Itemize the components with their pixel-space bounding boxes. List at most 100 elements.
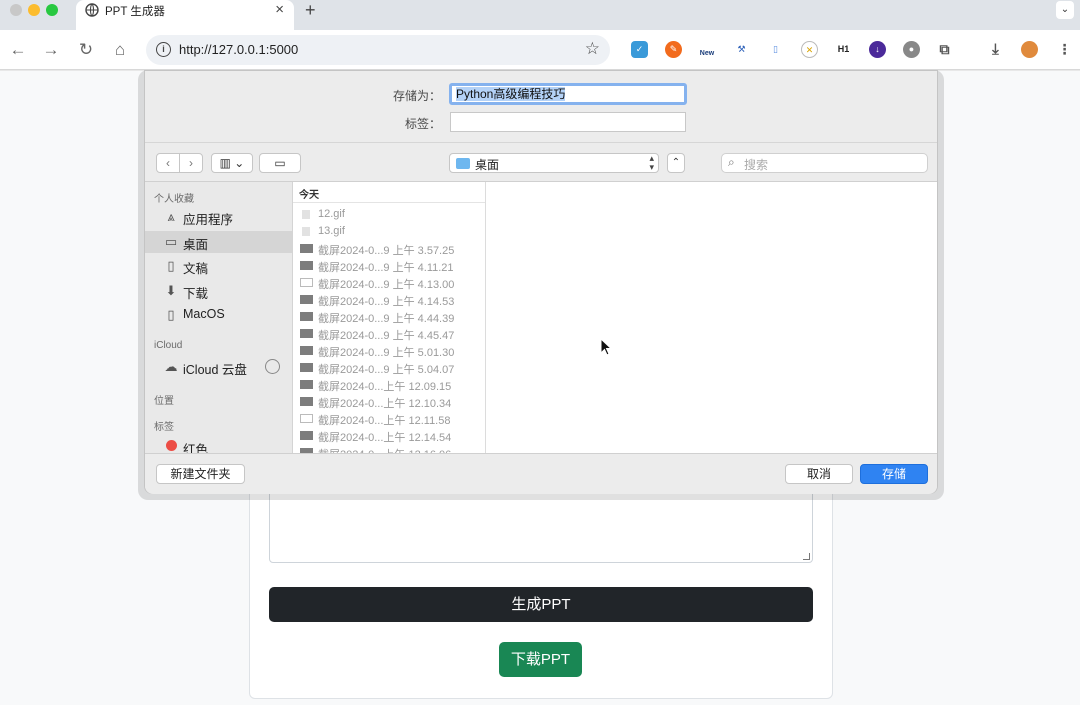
download-ppt-button[interactable]: 下载PPT bbox=[499, 642, 582, 677]
file-row[interactable]: 截屏2024-0...上午 12.16.06 bbox=[293, 444, 485, 453]
reload-icon[interactable]: ↻ bbox=[76, 40, 96, 60]
file-thumbnail-icon bbox=[300, 329, 313, 338]
column-header: 今天 bbox=[293, 182, 485, 203]
file-thumbnail-icon bbox=[300, 295, 313, 304]
extension-document-icon[interactable]: ▯ bbox=[767, 41, 784, 58]
generate-ppt-button[interactable]: 生成PPT bbox=[269, 587, 813, 622]
extension-translate-icon[interactable]: ✓ bbox=[631, 41, 648, 58]
collapse-chevron-icon[interactable]: ⌃ bbox=[667, 153, 685, 173]
file-name: 截屏2024-0...9 上午 3.57.25 bbox=[318, 245, 455, 257]
red-tag-icon bbox=[163, 439, 179, 453]
extension-new-icon[interactable]: New bbox=[697, 41, 717, 58]
file-name: 截屏2024-0...9 上午 5.01.30 bbox=[318, 347, 455, 359]
extension-x-icon[interactable]: ✕ bbox=[801, 41, 818, 58]
favorites-header: 个人收藏 bbox=[154, 194, 194, 205]
file-row[interactable]: 截屏2024-0...上午 12.14.54 bbox=[293, 427, 485, 444]
profile-avatar[interactable] bbox=[1021, 41, 1038, 58]
file-row[interactable]: 截屏2024-0...9 上午 5.01.30 bbox=[293, 342, 485, 359]
extension-orange-icon[interactable]: ✎ bbox=[665, 41, 682, 58]
sidebar-item-label: 桌面 bbox=[183, 238, 209, 252]
file-thumbnail-icon bbox=[300, 397, 313, 406]
sidebar-item-label: 文稿 bbox=[183, 262, 209, 276]
sidebar-item-icloud-drive[interactable]: ☁ iCloud 云盘 bbox=[145, 356, 292, 378]
extension-download-icon[interactable]: ↓ bbox=[869, 41, 886, 58]
file-row[interactable]: 截屏2024-0...9 上午 4.13.00 bbox=[293, 274, 485, 291]
sidebar-item-downloads[interactable]: ⬇ 下载 bbox=[145, 280, 292, 302]
location-popup[interactable]: 桌面 ▴ ▾ bbox=[449, 153, 659, 173]
tab-search-chevron-icon[interactable]: ⌄ bbox=[1056, 1, 1074, 19]
extension-circle-icon[interactable]: ● bbox=[903, 41, 920, 58]
forward-chevron-icon[interactable]: › bbox=[179, 153, 203, 173]
file-row[interactable]: 截屏2024-0...9 上午 4.44.39 bbox=[293, 308, 485, 325]
view-mode-icon[interactable]: ▥ ⌄ bbox=[211, 153, 253, 173]
new-folder-button[interactable]: 新建文件夹 bbox=[156, 464, 245, 484]
search-field[interactable]: ⌕ 搜索 bbox=[721, 153, 928, 173]
window-zoom-button[interactable] bbox=[46, 4, 58, 16]
sidebar-item-label: iCloud 云盘 bbox=[183, 363, 247, 377]
extension-tool-icon[interactable]: ⚒ bbox=[733, 41, 750, 58]
file-icon: ▯ bbox=[167, 307, 175, 322]
sidebar-item-tag-red[interactable]: 红色 bbox=[145, 436, 292, 453]
window-minimize-button[interactable] bbox=[28, 4, 40, 16]
navigation-bar: ‹ › ▥ ⌄ ▭ 桌面 ▴ ▾ ⌃ ⌕ 搜索 bbox=[145, 142, 937, 182]
browser-tab[interactable]: PPT 生成器 × bbox=[76, 0, 294, 30]
cancel-button[interactable]: 取消 bbox=[785, 464, 853, 484]
file-thumbnail-icon bbox=[300, 380, 313, 389]
bookmark-star-icon[interactable]: ☆ bbox=[585, 39, 600, 59]
window-close-button[interactable] bbox=[10, 4, 22, 16]
address-bar[interactable]: i http://127.0.0.1:5000 ☆ bbox=[146, 35, 610, 65]
sidebar-item-applications[interactable]: ⩓ 应用程序 bbox=[145, 206, 292, 228]
new-tab-button[interactable]: + bbox=[305, 0, 316, 21]
file-row[interactable]: 截屏2024-0...9 上午 4.45.47 bbox=[293, 325, 485, 342]
extension-h1-icon[interactable]: H1 bbox=[835, 41, 852, 58]
home-icon[interactable]: ⌂ bbox=[110, 40, 130, 60]
kebab-menu-icon[interactable]: ⋮ bbox=[1056, 41, 1073, 58]
file-row[interactable]: 13.gif bbox=[293, 223, 485, 240]
file-row[interactable]: 截屏2024-0...9 上午 5.04.07 bbox=[293, 359, 485, 376]
globe-icon bbox=[85, 3, 99, 17]
tags-field[interactable] bbox=[450, 112, 686, 132]
file-row[interactable]: 截屏2024-0...9 上午 4.11.21 bbox=[293, 257, 485, 274]
file-name: 截屏2024-0...9 上午 4.14.53 bbox=[318, 296, 455, 308]
locations-header: 位置 bbox=[154, 396, 174, 407]
sidebar-item-label: 应用程序 bbox=[183, 213, 234, 227]
tab-title: PPT 生成器 bbox=[105, 6, 165, 18]
folder-group-icon[interactable]: ▭ bbox=[259, 153, 301, 173]
sidebar-item-desktop[interactable]: ▭ 桌面 bbox=[145, 231, 292, 253]
site-info-icon[interactable]: i bbox=[156, 42, 171, 57]
desktop-icon: ▭ bbox=[164, 234, 178, 249]
tab-close-icon[interactable]: × bbox=[275, 1, 284, 18]
url-text[interactable]: http://127.0.0.1:5000 bbox=[179, 42, 298, 57]
file-thumbnail-icon bbox=[300, 278, 313, 287]
file-name: 截屏2024-0...9 上午 4.45.47 bbox=[318, 330, 455, 342]
finder-sidebar: 个人收藏 ⩓ 应用程序 ▭ 桌面 ▯ 文稿 ⬇ 下载 ▯ MacOS iClou… bbox=[145, 182, 293, 453]
file-name: 截屏2024-0...上午 12.11.58 bbox=[318, 415, 451, 427]
dialog-footer: 新建文件夹 取消 存储 bbox=[145, 453, 937, 494]
resize-grip-icon[interactable] bbox=[803, 553, 810, 560]
file-thumbnail-icon bbox=[300, 312, 313, 321]
sidebar-item-macos[interactable]: ▯ MacOS bbox=[145, 304, 292, 326]
file-row[interactable]: 截屏2024-0...上午 12.09.15 bbox=[293, 376, 485, 393]
extensions-puzzle-icon[interactable]: ⧉ bbox=[936, 41, 953, 58]
forward-icon[interactable]: → bbox=[41, 40, 61, 60]
document-icon: ▯ bbox=[167, 258, 175, 273]
downloads-icon[interactable]: ⤓ bbox=[987, 41, 1004, 58]
file-row[interactable]: 截屏2024-0...上午 12.11.58 bbox=[293, 410, 485, 427]
file-row[interactable]: 截屏2024-0...9 上午 4.14.53 bbox=[293, 291, 485, 308]
back-icon[interactable]: ← bbox=[8, 40, 28, 60]
file-name: 12.gif bbox=[318, 208, 345, 220]
file-name: 截屏2024-0...9 上午 4.44.39 bbox=[318, 313, 455, 325]
sidebar-item-label: 下载 bbox=[183, 287, 209, 301]
file-thumbnail-icon bbox=[300, 431, 313, 440]
file-thumbnail-icon bbox=[300, 363, 313, 372]
back-chevron-icon[interactable]: ‹ bbox=[156, 153, 180, 173]
file-row[interactable]: 截屏2024-0...9 上午 3.57.25 bbox=[293, 240, 485, 257]
save-dialog: 存储为： Python高级编程技巧 标签： ‹ › ▥ ⌄ ▭ 桌面 ▴ ▾ ⌃ … bbox=[144, 70, 938, 494]
file-row[interactable]: 截屏2024-0...上午 12.10.34 bbox=[293, 393, 485, 410]
tab-strip: PPT 生成器 × + ⌄ bbox=[0, 0, 1080, 30]
save-as-field[interactable]: Python高级编程技巧 bbox=[449, 83, 687, 105]
sidebar-item-documents[interactable]: ▯ 文稿 bbox=[145, 255, 292, 277]
file-thumbnail-icon bbox=[300, 244, 313, 253]
save-button[interactable]: 存储 bbox=[860, 464, 928, 484]
file-row[interactable]: 12.gif bbox=[293, 206, 485, 223]
